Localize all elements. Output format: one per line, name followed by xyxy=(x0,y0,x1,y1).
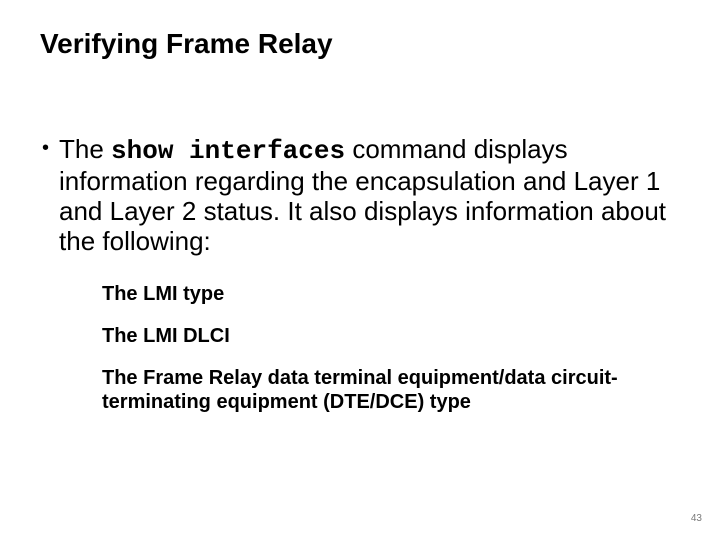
bullet-text: The show interfaces command displays inf… xyxy=(59,134,680,256)
page-number: 43 xyxy=(691,513,702,524)
slide: Verifying Frame Relay • The show interfa… xyxy=(0,0,720,540)
sub-bullet-list: The LMI type The LMI DLCI The Frame Rela… xyxy=(102,282,680,414)
command-text: show interfaces xyxy=(111,136,345,166)
sub-bullet-item: The Frame Relay data terminal equipment/… xyxy=(102,366,662,414)
bullet-dot-icon: • xyxy=(42,134,49,162)
slide-title: Verifying Frame Relay xyxy=(40,28,680,60)
main-bullet: • The show interfaces command displays i… xyxy=(40,134,680,256)
bullet-prefix: The xyxy=(59,134,111,164)
sub-bullet-item: The LMI type xyxy=(102,282,662,306)
sub-bullet-item: The LMI DLCI xyxy=(102,324,662,348)
